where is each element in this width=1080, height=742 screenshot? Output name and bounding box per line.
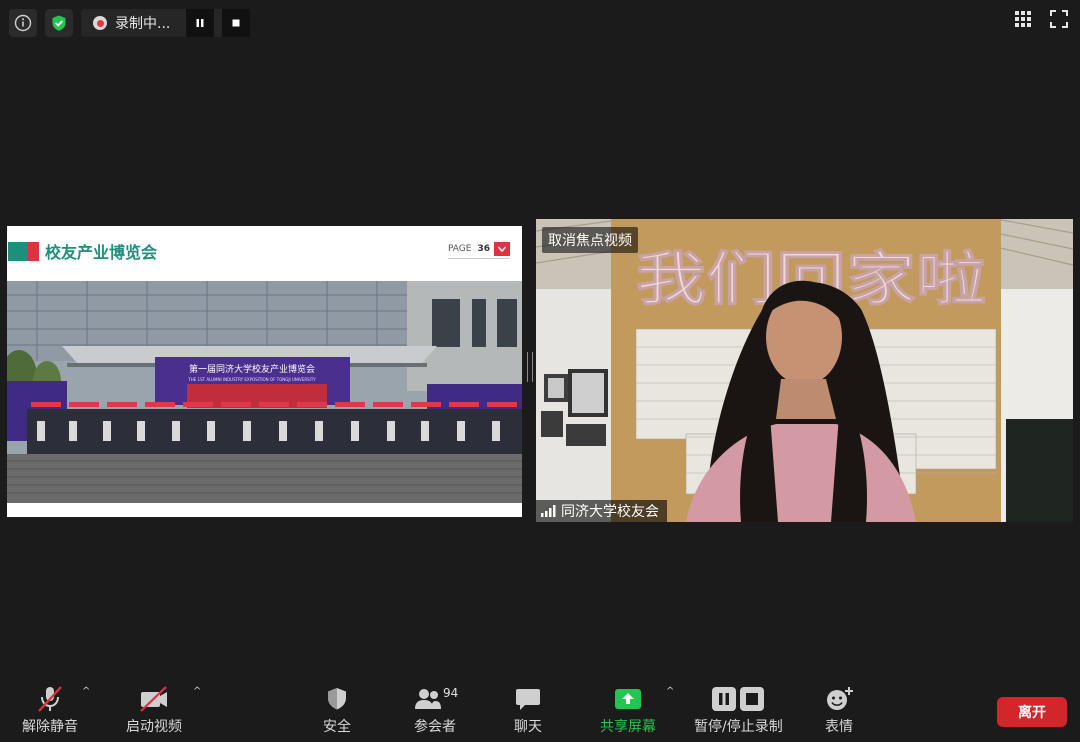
shield-check-icon	[52, 15, 66, 31]
participants-button[interactable]: 94 参会者	[413, 684, 459, 736]
reactions-label: 表情	[825, 719, 853, 735]
share-screen-button[interactable]: 共享屏幕	[600, 684, 656, 736]
participants-label: 参会者	[414, 719, 456, 735]
top-left-controls: 录制中...	[9, 9, 251, 37]
fullscreen-icon[interactable]	[1050, 10, 1068, 28]
share-screen-icon	[613, 684, 643, 714]
participant-name: 同济大学校友会	[561, 504, 659, 520]
meeting-info-button[interactable]	[9, 9, 37, 37]
participant-video-feed: 我们回家啦	[536, 219, 1073, 522]
shield-icon	[324, 684, 350, 714]
leave-meeting-button[interactable]: 离开	[997, 697, 1067, 727]
expo-group-photo: 第一届同济大学校友产业博览会 THE 1ST ALUMNI INDUSTRY E…	[7, 281, 522, 503]
microphone-muted-icon	[35, 684, 65, 714]
start-video-button[interactable]: 启动视频	[126, 684, 182, 736]
pause-stop-recording-label: 暂停/停止录制	[694, 719, 783, 735]
split-view-divider[interactable]	[527, 352, 533, 382]
banner-subtext: THE 1ST ALUMNI INDUSTRY EXPOSITION OF TO…	[187, 377, 316, 382]
start-video-label: 启动视频	[126, 719, 182, 735]
share-screen-label: 共享屏幕	[600, 719, 656, 735]
slide-header: 校友产业博览会 PAGE 36	[7, 226, 522, 276]
audio-options-chevron-icon[interactable]: ^	[82, 686, 90, 697]
camera-off-icon	[138, 684, 170, 714]
stop-icon	[232, 19, 240, 27]
pause-stop-recording-button[interactable]: 暂停/停止录制	[694, 684, 783, 736]
page-label: PAGE	[447, 244, 472, 254]
security-button[interactable]: 安全	[323, 684, 351, 736]
banner-text: 第一届同济大学校友产业博览会	[189, 363, 315, 375]
shared-screen-view[interactable]: 校友产业博览会 PAGE 36 第一届同济大学校友产业博览会 THE 1ST A…	[7, 226, 522, 517]
unmute-label: 解除静音	[22, 719, 78, 735]
meeting-toolbar: 解除静音 ^ 启动视频 ^ 安全 94 参会者 聊天 共享屏幕 ^ 暂停/停止录…	[0, 672, 1080, 742]
participants-count: 94	[443, 686, 459, 700]
slide-page-indicator: PAGE 36	[447, 242, 510, 259]
participants-icon: 94	[413, 684, 459, 714]
unmute-button[interactable]: 解除静音	[22, 684, 78, 736]
encryption-button[interactable]	[45, 9, 73, 37]
gallery-view-icon[interactable]	[1014, 10, 1032, 28]
smiley-add-icon	[824, 684, 854, 714]
security-label: 安全	[323, 719, 351, 735]
pause-icon	[196, 19, 204, 27]
participant-video-tile[interactable]: 我们回家啦 取消焦点视频 同济大学校友会	[536, 219, 1073, 522]
slide-title: 校友产业博览会	[45, 243, 158, 262]
recording-indicator: 录制中...	[81, 9, 251, 37]
video-options-chevron-icon[interactable]: ^	[193, 686, 201, 697]
unfocus-video-button[interactable]: 取消焦点视频	[542, 227, 638, 253]
participant-name-label: 同济大学校友会	[536, 500, 667, 522]
chat-bubble-icon	[514, 684, 542, 714]
chat-label: 聊天	[514, 719, 542, 735]
pause-recording-button[interactable]	[186, 9, 215, 37]
page-number: 36	[477, 244, 490, 254]
recording-dot-icon	[93, 16, 107, 30]
reactions-button[interactable]: 表情	[824, 684, 854, 736]
slide-logo-bars	[8, 242, 39, 261]
stop-recording-button[interactable]	[222, 9, 251, 37]
meeting-window: 录制中... 校友产业博览会 PAGE 36 第一届同济大学校友产业博览会 TH…	[0, 0, 1080, 742]
recording-status-text: 录制中...	[115, 16, 171, 32]
signal-strength-icon	[541, 505, 556, 517]
top-right-controls	[1014, 10, 1068, 28]
recording-controls-icon	[711, 684, 765, 714]
chat-button[interactable]: 聊天	[514, 684, 542, 736]
info-icon	[14, 14, 32, 32]
share-options-chevron-icon[interactable]: ^	[666, 686, 674, 697]
chevron-down-icon	[494, 242, 510, 256]
